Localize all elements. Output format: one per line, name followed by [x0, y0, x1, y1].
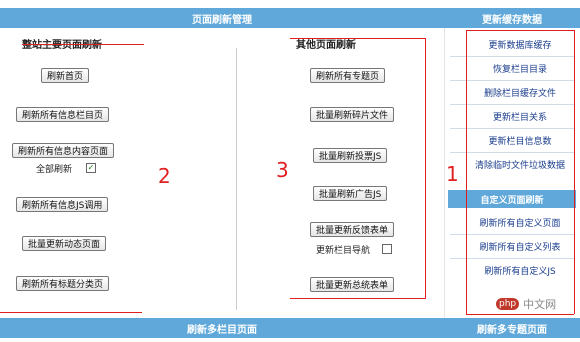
footer-bar: 刷新多栏目页面	[0, 318, 444, 338]
sidebar-divider-line	[450, 128, 574, 129]
page-title: 页面刷新管理	[192, 14, 252, 26]
refresh-home-button[interactable]: 刷新首页	[41, 68, 90, 83]
page-header: 页面刷新管理	[0, 8, 444, 28]
sidebar-divider-line	[450, 234, 574, 235]
refresh-all-content-pages-button[interactable]: 刷新所有信息内容页面	[12, 143, 115, 158]
sidebar-item-custom-js[interactable]: 刷新所有自定义JS	[466, 264, 574, 277]
batch-refresh-fragments-button[interactable]: 批量刷新碎片文件	[310, 107, 395, 122]
sidebar-item-update-db-cache[interactable]: 更新数据库缓存	[466, 38, 574, 51]
update-nav-label: 更新栏目导航	[316, 246, 371, 256]
annotation-line	[466, 30, 467, 314]
sidebar-divider-line	[450, 104, 574, 105]
footer-title: 刷新多栏目页面	[187, 324, 257, 336]
annotation-number-2: 2	[158, 164, 171, 188]
sidebar-item-delete-cache[interactable]: 删除栏目缓存文件	[466, 86, 574, 99]
annotation-line	[22, 44, 144, 45]
watermark-text: 中文网	[523, 298, 557, 311]
custom-page-subheader: 自定义页面刷新	[448, 190, 576, 208]
annotation-line	[466, 314, 574, 315]
batch-update-dynamic-button[interactable]: 批量更新动态页面	[22, 236, 107, 251]
batch-update-feedback-button[interactable]: 批量更新反馈表单	[310, 222, 395, 237]
sidebar-title: 更新缓存数据	[482, 14, 542, 26]
annotation-line	[0, 312, 142, 313]
batch-refresh-vote-js-button[interactable]: 批量刷新投票JS	[313, 148, 388, 163]
refresh-all-specials-button[interactable]: 刷新所有专题页	[310, 68, 386, 83]
watermark: php 中文网	[496, 296, 556, 312]
update-nav-checkbox[interactable]	[382, 244, 392, 254]
custom-page-subheader-label: 自定义页面刷新	[480, 195, 544, 206]
sidebar-divider-line	[450, 80, 574, 81]
check-icon: ✓	[87, 163, 95, 172]
sidebar-divider-line	[450, 258, 574, 259]
refresh-all-checkbox[interactable]: ✓	[86, 163, 96, 173]
refresh-all-label: 全部刷新	[36, 165, 73, 175]
php-logo: php	[496, 298, 520, 310]
sidebar-item-update-counts[interactable]: 更新栏目信息数	[466, 134, 574, 147]
sidebar-divider	[444, 28, 445, 318]
sidebar-divider-line	[450, 152, 574, 153]
refresh-all-js-button[interactable]: 刷新所有信息JS调用	[16, 197, 109, 212]
annotation-number-3: 3	[276, 158, 289, 182]
column-divider	[236, 48, 237, 310]
refresh-all-column-pages-button[interactable]: 刷新所有信息栏目页	[16, 107, 110, 122]
annotation-line	[290, 298, 426, 299]
sidebar-item-restore-dirs[interactable]: 恢复栏目目录	[466, 62, 574, 75]
refresh-title-categories-button[interactable]: 刷新所有标题分类页	[16, 276, 110, 291]
sidebar-item-clear-temp[interactable]: 清除临时文件垃圾数据	[466, 158, 574, 171]
annotation-number-1: 1	[446, 162, 459, 186]
batch-refresh-ad-js-button[interactable]: 批量刷新广告JS	[313, 186, 388, 201]
sidebar-header: 更新缓存数据	[444, 8, 580, 28]
annotation-line	[466, 30, 574, 31]
annotation-line	[290, 38, 426, 39]
sidebar-divider-line	[450, 56, 574, 57]
sidebar-item-custom-lists[interactable]: 刷新所有自定义列表	[466, 240, 574, 253]
annotation-line	[574, 30, 575, 314]
annotation-line	[425, 38, 426, 298]
footer-right-bar: 刷新多专题页面	[444, 318, 580, 338]
footer-right-title: 刷新多专题页面	[477, 324, 547, 336]
sidebar-item-custom-pages[interactable]: 刷新所有自定义页面	[466, 216, 574, 229]
sidebar-item-update-relations[interactable]: 更新栏目关系	[466, 110, 574, 123]
batch-update-summary-button[interactable]: 批量更新总统表单	[310, 277, 395, 292]
